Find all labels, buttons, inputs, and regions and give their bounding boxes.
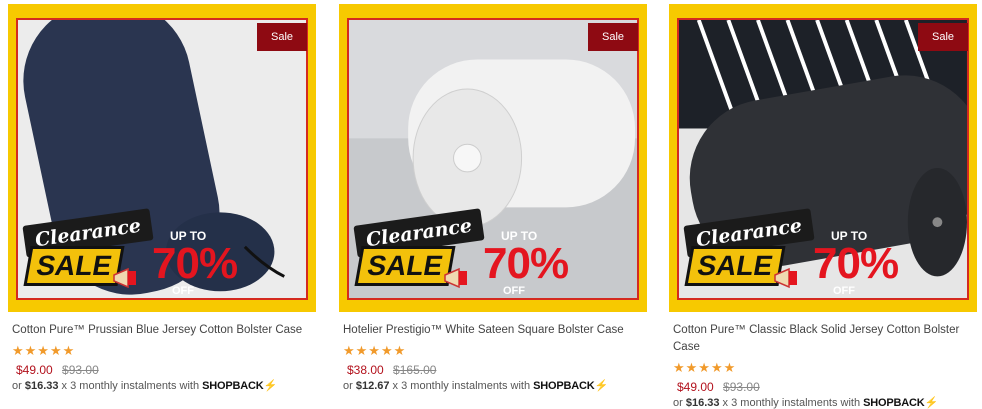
product-image[interactable]: Sale Clearance SALE UP TO 70% OFF bbox=[8, 4, 316, 312]
instalment-prefix: or bbox=[12, 380, 25, 392]
clearance-promo: Clearance SALE UP TO 70% OFF bbox=[351, 208, 641, 305]
promo-percent: 70% bbox=[152, 239, 238, 288]
instalment-amount: $16.33 bbox=[24, 380, 59, 392]
sale-banner: SALE bbox=[688, 249, 782, 283]
sale-price: $49.00 bbox=[677, 380, 714, 394]
product-card[interactable]: Sale Clearance SALE UP TO 70% OFF Hoteli… bbox=[339, 4, 647, 392]
rating-stars: ★★★★★ bbox=[343, 343, 407, 358]
original-price: $93.00 bbox=[723, 380, 760, 394]
original-price: $93.00 bbox=[62, 363, 99, 377]
megaphone-icon bbox=[444, 267, 467, 289]
megaphone-icon bbox=[774, 267, 797, 289]
instalment-suffix: x 3 monthly instalments with bbox=[58, 380, 203, 392]
instalment-info: or $16.33 x 3 monthly instalments with S… bbox=[12, 379, 316, 392]
megaphone-icon bbox=[113, 267, 136, 289]
clearance-promo: Clearance SALE UP TO 70% OFF bbox=[20, 208, 310, 305]
price-row: $38.00 $165.00 bbox=[347, 363, 647, 377]
sale-price: $38.00 bbox=[347, 363, 384, 377]
rating-stars: ★★★★★ bbox=[12, 343, 76, 358]
shopback-bolt-icon: ⚡ bbox=[263, 380, 278, 392]
shopback-bolt-icon: ⚡ bbox=[594, 380, 609, 392]
clearance-promo: Clearance SALE UP TO 70% OFF bbox=[681, 208, 971, 305]
instalment-suffix: x 3 monthly instalments with bbox=[719, 397, 864, 409]
product-image[interactable]: Sale Clearance SALE UP TO 70% OFF bbox=[339, 4, 647, 312]
product-title[interactable]: Cotton Pure™ Prussian Blue Jersey Cotton… bbox=[12, 322, 316, 339]
product-title[interactable]: Hotelier Prestigio™ White Sateen Square … bbox=[343, 322, 647, 339]
instalment-suffix: x 3 monthly instalments with bbox=[389, 380, 534, 392]
price-row: $49.00 $93.00 bbox=[16, 363, 316, 377]
sale-badge: Sale bbox=[257, 23, 307, 51]
product-card[interactable]: Sale Clearance SALE UP TO 70% OFF Cotton… bbox=[8, 4, 316, 392]
sale-badge: Sale bbox=[918, 23, 968, 51]
promo-off: OFF bbox=[833, 285, 855, 297]
sale-banner: SALE bbox=[27, 249, 121, 283]
instalment-amount: $16.33 bbox=[685, 397, 720, 409]
shopback-logo: SHOPBACK bbox=[533, 380, 595, 392]
sale-badge: Sale bbox=[588, 23, 638, 51]
original-price: $165.00 bbox=[393, 363, 437, 377]
shopback-logo: SHOPBACK bbox=[202, 380, 264, 392]
product-card[interactable]: Sale Clearance SALE UP TO 70% OFF Cotton… bbox=[669, 4, 977, 409]
product-image[interactable]: Sale Clearance SALE UP TO 70% OFF bbox=[669, 4, 977, 312]
instalment-prefix: or bbox=[343, 380, 356, 392]
sale-banner: SALE bbox=[358, 249, 452, 283]
rating-stars: ★★★★★ bbox=[673, 360, 737, 375]
instalment-amount: $12.67 bbox=[355, 380, 390, 392]
price-row: $49.00 $93.00 bbox=[677, 380, 977, 394]
shopback-logo: SHOPBACK bbox=[863, 397, 925, 409]
instalment-info: or $12.67 x 3 monthly instalments with S… bbox=[343, 379, 647, 392]
instalment-prefix: or bbox=[673, 397, 686, 409]
shopback-bolt-icon: ⚡ bbox=[924, 397, 939, 409]
sale-price: $49.00 bbox=[16, 363, 53, 377]
promo-percent: 70% bbox=[813, 239, 899, 288]
promo-off: OFF bbox=[172, 285, 194, 297]
promo-percent: 70% bbox=[483, 239, 569, 288]
promo-off: OFF bbox=[503, 285, 525, 297]
product-title[interactable]: Cotton Pure™ Classic Black Solid Jersey … bbox=[673, 322, 977, 356]
